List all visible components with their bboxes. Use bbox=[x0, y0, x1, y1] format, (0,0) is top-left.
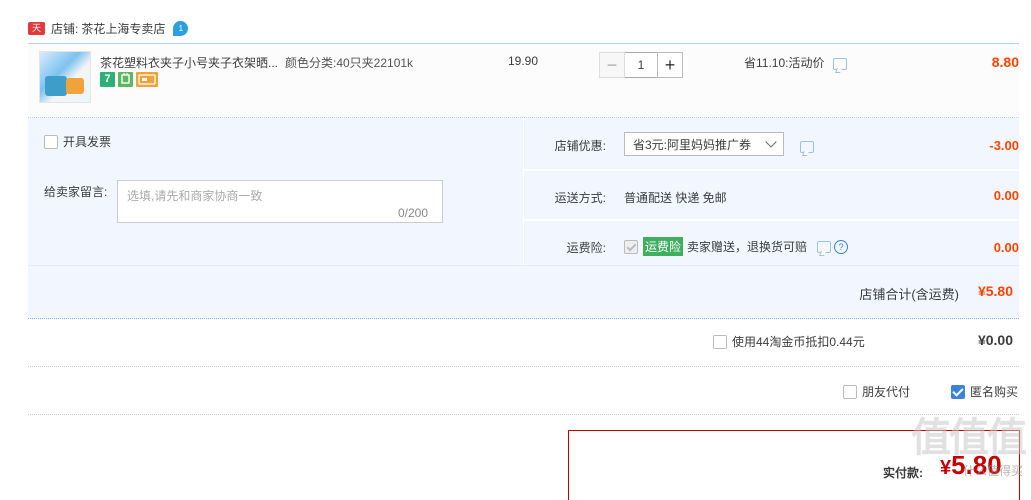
quantity-increase-button[interactable]: + bbox=[657, 52, 683, 78]
options-divider bbox=[28, 265, 1019, 266]
coupon-selected-value: 省3元:阿里妈妈推广券 bbox=[633, 137, 752, 152]
options-divider bbox=[524, 169, 1019, 171]
credit-card-icon[interactable] bbox=[136, 72, 158, 87]
shop-name-link[interactable]: 茶花上海专卖店 bbox=[81, 20, 165, 37]
message-label: 给卖家留言: bbox=[44, 185, 108, 199]
options-divider bbox=[524, 219, 1019, 221]
coin-label: 使用44淘金币抵扣0.44元 bbox=[732, 335, 865, 349]
tmall-logo-icon: 天猫 bbox=[28, 21, 45, 46]
shop-header: 天猫 店铺: 茶花上海专卖店 1 bbox=[28, 18, 189, 46]
anonymous-option[interactable]: 匿名购买 bbox=[951, 383, 1018, 400]
anonymous-checkbox[interactable] bbox=[951, 384, 965, 399]
coin-checkbox[interactable] bbox=[713, 334, 727, 349]
coupon-amount: -3.00 bbox=[989, 138, 1019, 153]
section-divider bbox=[28, 414, 1019, 415]
seven-day-return-icon[interactable]: 7 bbox=[100, 72, 115, 87]
quantity-stepper: − 1 + bbox=[599, 52, 683, 78]
shipping-amount: 0.00 bbox=[993, 188, 1019, 203]
item-promotion: 省11.10:活动价 bbox=[744, 54, 847, 71]
unit-price: 19.90 bbox=[508, 54, 539, 68]
invoice-option[interactable]: 开具发票 bbox=[44, 133, 111, 150]
shop-guarantee-icon[interactable] bbox=[118, 72, 133, 87]
insurance-tag: 运费险 bbox=[643, 237, 684, 256]
service-badges: 7 bbox=[100, 72, 158, 87]
shipping-method: 普通配送 快递 免邮 bbox=[624, 191, 727, 205]
message-char-count: 0/200 bbox=[398, 206, 429, 220]
chat-bubble-icon[interactable] bbox=[800, 140, 814, 153]
insurance-label: 运费险: bbox=[566, 241, 606, 255]
product-title-link[interactable]: 茶花塑料衣夹子小号夹子衣架晒... bbox=[100, 54, 280, 71]
section-divider bbox=[28, 366, 1019, 367]
watermark-logo: 值值值 bbox=[911, 416, 1027, 460]
invoice-label: 开具发票 bbox=[63, 135, 112, 149]
help-icon[interactable]: ? bbox=[834, 239, 849, 254]
coupon-select[interactable]: 省3元:阿里妈妈推广券 bbox=[624, 132, 784, 156]
item-subtotal: 8.80 bbox=[991, 54, 1019, 70]
insurance-text: 卖家赠送，退换货可赔 bbox=[687, 240, 808, 254]
chat-bubble-icon[interactable] bbox=[817, 240, 832, 253]
message-placeholder: 选填,请先和商家协商一致 bbox=[127, 189, 263, 203]
coupon-label: 店铺优惠: bbox=[554, 139, 606, 153]
promotion-text: 省11.10:活动价 bbox=[744, 56, 825, 70]
final-label: 实付款: bbox=[883, 466, 923, 480]
watermark-text: 什么值得买 bbox=[962, 464, 1023, 478]
anonymous-label: 匿名购买 bbox=[970, 385, 1019, 399]
chat-bubble-icon[interactable] bbox=[832, 57, 847, 70]
product-thumbnail[interactable] bbox=[39, 51, 91, 103]
quantity-input[interactable]: 1 bbox=[625, 52, 657, 78]
coin-value: ¥0.00 bbox=[977, 332, 1013, 348]
chevron-down-icon bbox=[765, 136, 777, 148]
friend-pay-label: 朋友代付 bbox=[862, 385, 911, 399]
shipping-label: 运送方式: bbox=[554, 191, 606, 205]
insurance-amount: 0.00 bbox=[993, 240, 1019, 255]
shop-total-value: ¥5.80 bbox=[977, 283, 1013, 299]
insurance-option: 运费险 卖家赠送，退换货可赔 ? bbox=[624, 237, 849, 256]
wangwang-chat-icon[interactable]: 1 bbox=[173, 20, 189, 36]
quantity-decrease-button[interactable]: − bbox=[599, 52, 625, 78]
invoice-checkbox[interactable] bbox=[44, 134, 58, 149]
friend-pay-option[interactable]: 朋友代付 bbox=[843, 383, 910, 400]
shop-label: 店铺: bbox=[51, 21, 79, 36]
shop-total-label: 店铺合计(含运费) bbox=[859, 287, 959, 302]
product-sku: 颜色分类:40只夹22101k bbox=[285, 56, 414, 70]
insurance-checkbox bbox=[624, 239, 638, 254]
friend-pay-checkbox[interactable] bbox=[843, 384, 857, 399]
taobao-coin-option[interactable]: 使用44淘金币抵扣0.44元 bbox=[713, 333, 865, 350]
